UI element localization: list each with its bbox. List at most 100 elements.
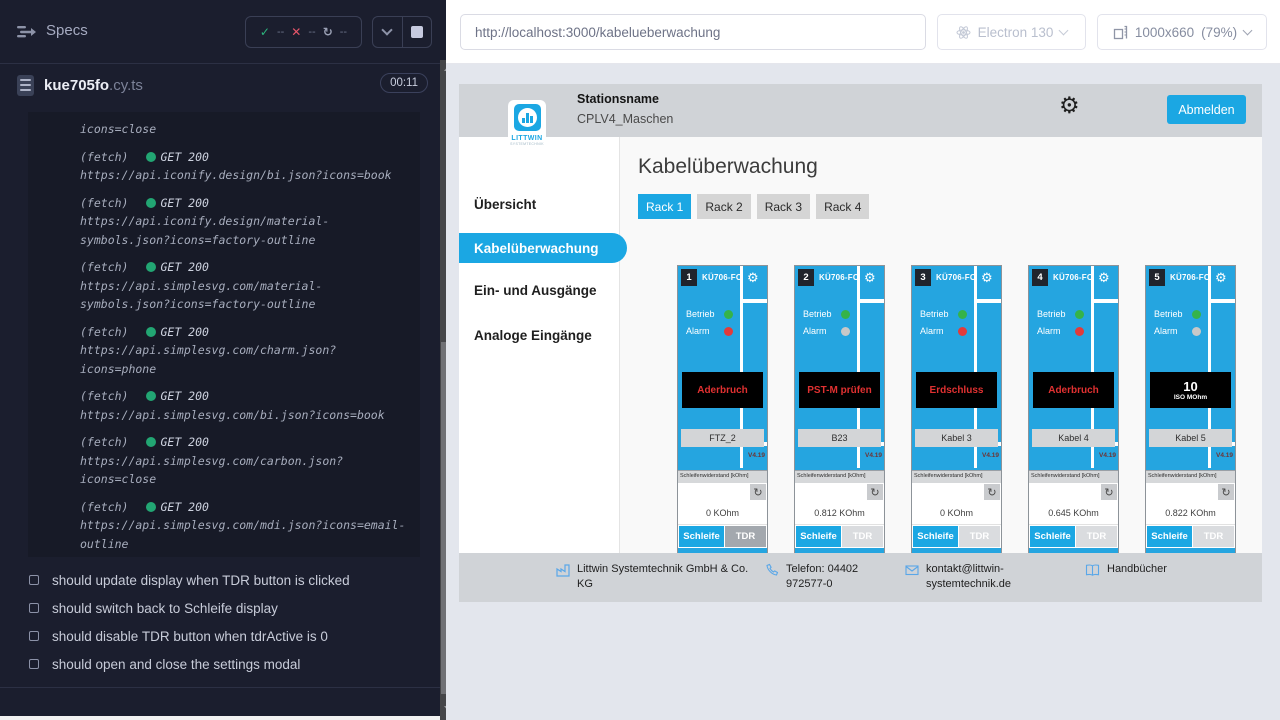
test-item[interactable]: should update display when TDR button is… [0, 566, 440, 594]
schleife-button[interactable]: Schleife [796, 526, 841, 547]
divider [974, 299, 1001, 303]
divider [0, 716, 455, 720]
log-entry: (fetch)GET 200 https://api.iconify.desig… [80, 194, 414, 250]
schleife-button[interactable]: Schleife [1030, 526, 1075, 547]
alarm-led [1075, 327, 1084, 336]
footer-phone: Telefon: 04402 972577-0 [765, 562, 900, 592]
url-input[interactable]: http://localhost:3000/kabelueberwachung [460, 14, 926, 50]
station-name-label: Stationsname [577, 92, 659, 106]
pending-count: -- [340, 26, 347, 38]
spec-file-icon [17, 75, 34, 96]
divider [0, 687, 440, 688]
factory-icon [556, 563, 570, 577]
refresh-button[interactable]: ↻ [984, 484, 1000, 500]
measurement-display: ↻ 0.822 KOhm [1146, 483, 1235, 525]
card-model-label: KÜ706-FO [1053, 273, 1093, 282]
refresh-button[interactable]: ↻ [750, 484, 766, 500]
schleife-button[interactable]: Schleife [1147, 526, 1192, 547]
card-model-label: KÜ706-FO [1170, 273, 1210, 282]
schleife-button[interactable]: Schleife [913, 526, 958, 547]
card-number-badge: 1 [681, 269, 697, 286]
tdr-button[interactable]: TDR [725, 526, 766, 547]
tdr-button[interactable]: TDR [842, 526, 883, 547]
status-display: Aderbruch [1033, 372, 1114, 408]
card-model-label: KÜ706-FO [936, 273, 976, 282]
sidebar-item-uebersicht[interactable]: Übersicht [474, 197, 536, 212]
refresh-button[interactable]: ↻ [1101, 484, 1117, 500]
card-gear-icon[interactable]: ⚙ [747, 272, 759, 285]
schleife-button[interactable]: Schleife [679, 526, 724, 547]
logout-button[interactable]: Abmelden [1167, 95, 1246, 124]
test-stats: ✓ -- ✕ -- ↻ -- [245, 16, 362, 48]
alarm-led [1192, 327, 1201, 336]
app-preview: LITTWIN SYSTEMTECHNIK Stationsname CPLV4… [459, 84, 1262, 602]
card-gear-icon[interactable]: ⚙ [1098, 272, 1110, 285]
status-dot-icon [146, 262, 156, 272]
cable-name: Kabel 5 [1149, 429, 1232, 447]
tdr-button[interactable]: TDR [959, 526, 1000, 547]
footer-company: Littwin Systemtechnik GmbH & Co. KG [556, 562, 761, 592]
log-entry: (fetch)GET 200 https://api.simplesvg.com… [80, 498, 414, 554]
specs-label[interactable]: Specs [46, 22, 88, 39]
log-entry: (fetch)GET 200 https://api.iconify.desig… [80, 148, 414, 185]
divider [1208, 299, 1235, 303]
sidebar-item-analoge-eingaenge[interactable]: Analoge Eingänge [474, 328, 592, 343]
card-gear-icon[interactable]: ⚙ [1215, 272, 1227, 285]
measurement-panel: Schleifenwiderstand [kOhm] ↻ 0.812 KOhm … [795, 470, 884, 548]
card-gear-icon[interactable]: ⚙ [981, 272, 993, 285]
station-name-value: CPLV4_Maschen [577, 112, 673, 126]
refresh-icon: ↻ [987, 487, 996, 498]
tab-rack-3[interactable]: Rack 3 [757, 194, 810, 219]
card-gear-icon[interactable]: ⚙ [864, 272, 876, 285]
betrieb-led [724, 310, 733, 319]
sidebar-item-kabelueberwachung[interactable]: Kabelüberwachung [459, 233, 627, 263]
browser-select[interactable]: Electron 130 [937, 14, 1086, 50]
status-dot-icon [146, 502, 156, 512]
measurement-value: 0.812 KOhm [795, 508, 884, 518]
settings-gear-icon[interactable]: ⚙ [1059, 95, 1080, 118]
rack-tabs: Rack 1 Rack 2 Rack 3 Rack 4 [638, 194, 869, 219]
tdr-button[interactable]: TDR [1076, 526, 1117, 547]
tab-rack-1[interactable]: Rack 1 [638, 194, 691, 219]
test-item[interactable]: should open and close the settings modal [0, 650, 440, 678]
status-display: Aderbruch [682, 372, 763, 408]
refresh-icon: ↻ [1104, 487, 1113, 498]
sidebar-item-ein-und-ausgaenge[interactable]: Ein- und Ausgänge [474, 283, 597, 298]
command-log[interactable]: icons=close (fetch)GET 200 https://api.i… [28, 112, 420, 557]
reporter-header: Specs ✓ -- ✕ -- ↻ -- [0, 0, 446, 64]
refresh-button[interactable]: ↻ [1218, 484, 1234, 500]
measurement-value: 0.822 KOhm [1146, 508, 1235, 518]
firmware-version: V4.19 [1204, 452, 1233, 459]
status-dot-icon [146, 327, 156, 337]
tdr-button[interactable]: TDR [1193, 526, 1234, 547]
cable-name: FTZ_2 [681, 429, 764, 447]
card-model-label: KÜ706-FO [819, 273, 859, 282]
device-card-5: 5 KÜ706-FO ⚙ Betrieb Alarm 10 ISO MOhm K… [1145, 265, 1236, 580]
test-item[interactable]: should disable TDR button when tdrActive… [0, 622, 440, 650]
app-footer: Littwin Systemtechnik GmbH & Co. KG Tele… [459, 553, 1262, 602]
log-entry: (fetch)GET 200 https://api.simplesvg.com… [80, 387, 414, 424]
test-state-icon [29, 631, 39, 641]
tab-rack-2[interactable]: Rack 2 [697, 194, 750, 219]
spec-header[interactable]: kue705fo.cy.ts 00:11 [0, 71, 446, 107]
status-dot-icon [146, 391, 156, 401]
chevron-down-icon [1059, 26, 1069, 36]
log-entry: (fetch)GET 200 https://api.simplesvg.com… [80, 323, 414, 379]
littwin-logo: LITTWIN SYSTEMTECHNIK [508, 100, 546, 162]
specs-menu-icon[interactable] [16, 22, 38, 42]
test-state-icon [29, 575, 39, 585]
measurement-display: ↻ 0 KOhm [912, 483, 1001, 525]
refresh-icon: ↻ [753, 487, 762, 498]
failed-count: -- [308, 26, 315, 38]
firmware-version: V4.19 [970, 452, 999, 459]
refresh-button[interactable]: ↻ [867, 484, 883, 500]
betrieb-led [958, 310, 967, 319]
test-item[interactable]: should switch back to Schleife display [0, 594, 440, 622]
firmware-version: V4.19 [736, 452, 765, 459]
viewport-select[interactable]: 1000x660 (79%) [1097, 14, 1267, 50]
collapse-all-button[interactable] [373, 17, 402, 47]
stop-run-button[interactable] [402, 17, 432, 47]
measurement-display: ↻ 0.645 KOhm [1029, 483, 1118, 525]
tab-rack-4[interactable]: Rack 4 [816, 194, 869, 219]
footer-manuals-link[interactable]: Handbücher [1085, 562, 1167, 577]
